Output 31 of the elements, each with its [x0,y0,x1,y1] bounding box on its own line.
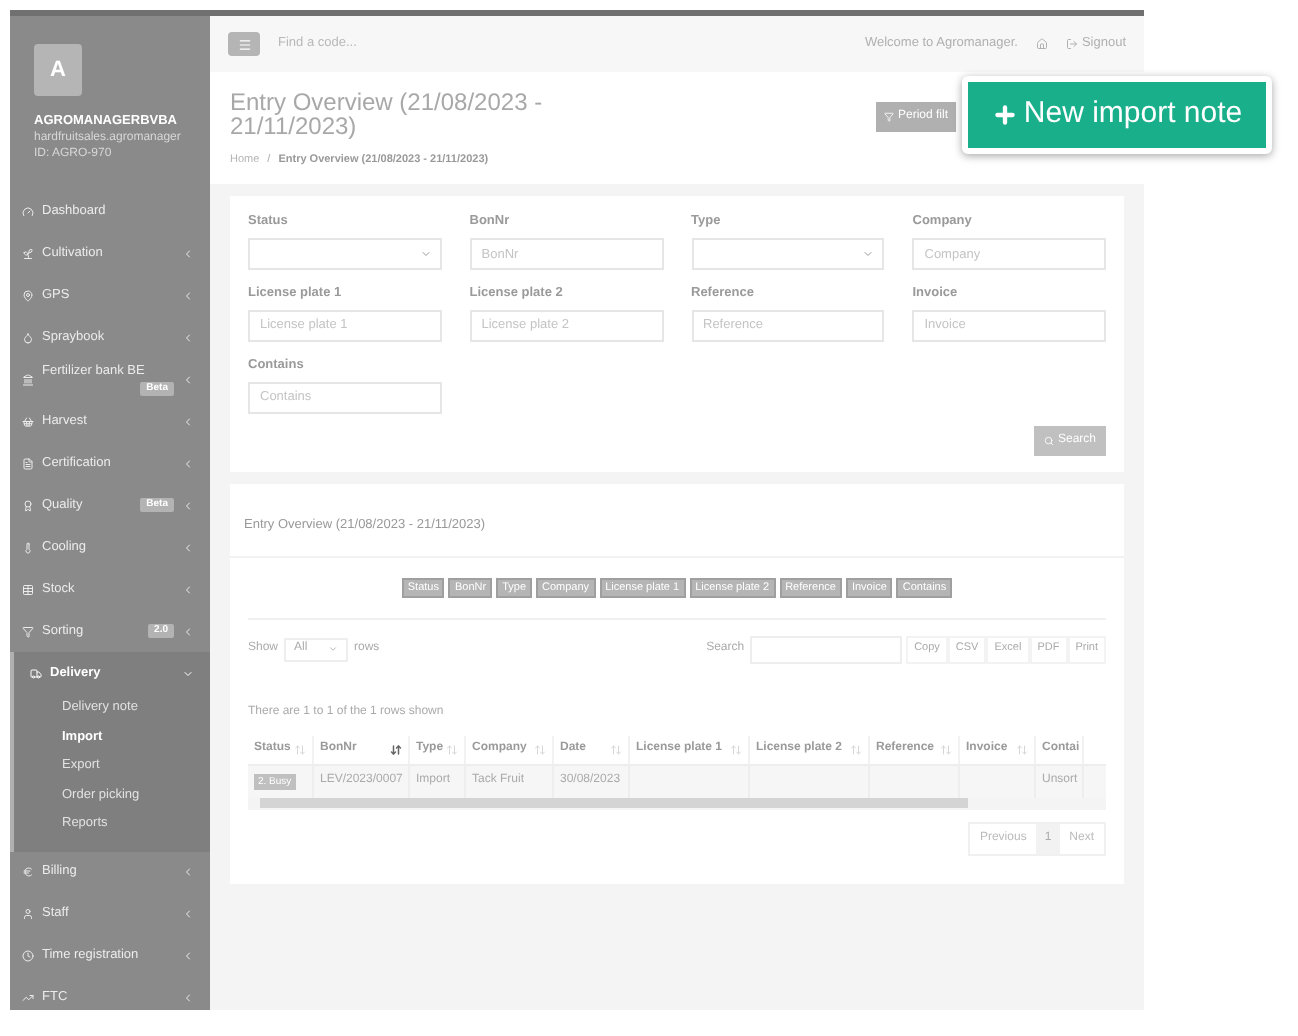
select-field[interactable] [691,238,885,270]
bank-icon [22,373,34,385]
menu-icon [237,37,251,51]
home-icon[interactable] [1035,38,1048,50]
clock-icon [22,950,34,962]
user-icon [22,908,34,920]
filter-icon [22,625,34,637]
new-import-note-button[interactable]: New import note [962,76,1272,154]
chevron-down-icon [862,248,875,260]
gauge-icon [22,205,34,217]
grid-icon [22,583,34,595]
droplet-icon [22,331,34,343]
document-icon [22,457,34,469]
chevron-down-icon [419,248,432,260]
page-title: Entry Overview (21/08/2023 - 21/11/2023) [230,90,545,138]
signout-icon [1065,38,1078,50]
truck-icon [30,667,42,679]
search-icon [1043,435,1054,445]
chart-icon [22,992,34,1004]
map-pin-icon [22,289,34,301]
sprout-icon [22,247,34,259]
filter-icon [883,112,894,122]
select-field[interactable] [248,238,442,270]
menu-button[interactable] [228,32,260,56]
avatar: A [34,44,82,96]
basket-icon [22,415,34,427]
chevron-down-icon [328,644,339,654]
thermometer-icon [22,541,34,553]
plus-icon [991,102,1018,128]
euro-icon [22,866,34,878]
award-icon [22,499,34,511]
